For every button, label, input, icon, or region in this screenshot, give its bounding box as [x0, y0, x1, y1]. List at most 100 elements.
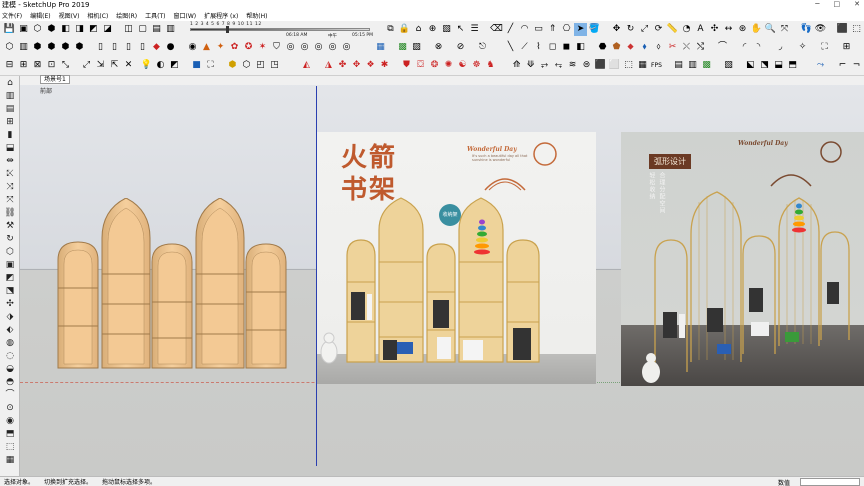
menu-edit[interactable]: 编辑(E)	[30, 11, 50, 20]
tool-k-icon[interactable]: ⌇	[532, 41, 545, 54]
hexagon-icon[interactable]: ⬢	[226, 59, 239, 72]
tool-am-icon[interactable]: ◭	[300, 59, 313, 72]
rect-icon[interactable]: ▭	[532, 23, 545, 36]
tool-at-icon[interactable]: ⛋	[414, 59, 427, 72]
tool-i-icon[interactable]: ╲	[504, 41, 517, 54]
push-pull-icon[interactable]: ⇑	[546, 23, 559, 36]
offset-icon[interactable]: ⎔	[560, 23, 573, 36]
axes-icon[interactable]: ✣	[708, 23, 721, 36]
tool-ap-icon[interactable]: ✥	[350, 59, 363, 72]
back-view-icon[interactable]: ◩	[87, 23, 100, 36]
left-tool-7-icon[interactable]: ⇹	[3, 156, 17, 167]
time-slider[interactable]	[190, 28, 370, 31]
cursor-icon[interactable]: ↖	[454, 23, 467, 36]
tool-bo-icon[interactable]: ⬕	[744, 59, 757, 72]
tool-m-icon[interactable]: ◼	[560, 41, 573, 54]
tool-c-icon[interactable]: ✪	[242, 41, 255, 54]
grid-icon[interactable]: ▦	[374, 41, 387, 54]
blue-square-icon[interactable]: ■	[190, 59, 203, 72]
left-tool-24-icon[interactable]: ◓	[3, 377, 17, 388]
component-icon[interactable]: ⬡	[3, 41, 16, 54]
tool-ba-icon[interactable]: ⟱	[524, 59, 537, 72]
tool-az-icon[interactable]: ⟰	[510, 59, 523, 72]
tool-ai-icon[interactable]: ⇱	[108, 59, 121, 72]
shaded-icon[interactable]: ▥	[164, 23, 177, 36]
ring2-icon[interactable]: ◎	[298, 41, 311, 54]
tool-u-icon[interactable]: ⤬	[680, 41, 693, 54]
tool-bd-icon[interactable]: ≋	[566, 59, 579, 72]
extension-icon[interactable]: ⬚	[850, 23, 863, 36]
tool-e-icon[interactable]: ▨	[410, 41, 423, 54]
tool-bj-icon[interactable]: FPS	[650, 59, 663, 72]
eraser-icon[interactable]: ⌫	[490, 23, 503, 36]
zoom-window-icon[interactable]: 🔍	[764, 23, 777, 36]
left-tool-2-icon[interactable]: ▥	[3, 91, 17, 102]
zoom-icon[interactable]: ⊕	[426, 23, 439, 36]
tool-a-icon[interactable]: ✦	[214, 41, 227, 54]
left-tool-22-icon[interactable]: ◌	[3, 351, 17, 362]
page-icon[interactable]: ▯	[94, 41, 107, 54]
tool-bn-icon[interactable]: ▧	[722, 59, 735, 72]
menu-view[interactable]: 视图(V)	[59, 11, 80, 20]
tool-x-icon[interactable]: ◜	[738, 41, 751, 54]
hidden-line-icon[interactable]: ▤	[150, 23, 163, 36]
left-tool-12-icon[interactable]: ⚒	[3, 221, 17, 232]
measurements-input[interactable]	[800, 478, 860, 486]
tool-bb-icon[interactable]: ⥅	[538, 59, 551, 72]
tool-bk-icon[interactable]: ▤	[672, 59, 685, 72]
move-icon[interactable]: ✥	[610, 23, 623, 36]
left-tool-29-icon[interactable]: ⬚	[3, 442, 17, 453]
solid-icon[interactable]: ◉	[186, 41, 199, 54]
close-button[interactable]: ✕	[854, 0, 860, 8]
left-view-icon[interactable]: ◪	[101, 23, 114, 36]
reference-image-1[interactable]: 火箭 书架 Wonderful Day It's such a beautifu…	[317, 132, 596, 384]
tool-av-icon[interactable]: ✺	[442, 59, 455, 72]
ring3-icon[interactable]: ◎	[312, 41, 325, 54]
tool-aa-icon[interactable]: ✧	[796, 41, 809, 54]
left-tool-6-icon[interactable]: ⬓	[3, 143, 17, 154]
maximize-button[interactable]: □	[834, 0, 841, 8]
menu-help[interactable]: 帮助(H)	[246, 11, 267, 20]
layers-icon[interactable]: ☰	[468, 23, 481, 36]
right-view-icon[interactable]: ◨	[73, 23, 86, 36]
tool-w-icon[interactable]: ⌒	[716, 41, 729, 54]
zoom-extents-icon[interactable]: ⤧	[778, 23, 791, 36]
wireframe-icon[interactable]: ▢	[136, 23, 149, 36]
expand-icon[interactable]: ⛶	[204, 59, 217, 72]
tool-r-icon[interactable]: ⬧	[638, 41, 651, 54]
cube4-icon[interactable]: ⬢	[73, 41, 86, 54]
text-icon[interactable]: A	[694, 23, 707, 36]
tool-au-icon[interactable]: ❂	[428, 59, 441, 72]
page2-icon[interactable]: ▯	[108, 41, 121, 54]
tool-y-icon[interactable]: ◝	[752, 41, 765, 54]
left-tool-3-icon[interactable]: ▤	[3, 104, 17, 115]
tool-bs-icon[interactable]: ⤳	[814, 59, 827, 72]
tool-ab-icon[interactable]: ⛶	[818, 41, 831, 54]
tool-aq-icon[interactable]: ❖	[364, 59, 377, 72]
tool-an-icon[interactable]: ◮	[322, 59, 335, 72]
arc-icon[interactable]: ◠	[518, 23, 531, 36]
left-tool-26-icon[interactable]: ⊙	[3, 403, 17, 414]
tool-b-icon[interactable]: ✿	[228, 41, 241, 54]
walk-icon[interactable]: 👣	[800, 23, 813, 36]
tool-aj-icon[interactable]: ✕	[122, 59, 135, 72]
tool-p-icon[interactable]: ⬟	[610, 41, 623, 54]
page3-icon[interactable]: ▯	[122, 41, 135, 54]
save-icon[interactable]: 💾	[3, 23, 16, 36]
tool-d-icon[interactable]: ✶	[256, 41, 269, 54]
protractor-icon[interactable]: ◔	[680, 23, 693, 36]
tool-bc-icon[interactable]: ⥆	[552, 59, 565, 72]
tool-bh-icon[interactable]: ⬚	[622, 59, 635, 72]
rotate-icon[interactable]: ↻	[624, 23, 637, 36]
minimize-button[interactable]: ─	[815, 0, 819, 8]
tape-icon[interactable]: 📏	[666, 23, 679, 36]
tool-bf-icon[interactable]: ⬛	[594, 59, 607, 72]
tool-bl-icon[interactable]: ▥	[686, 59, 699, 72]
box-icon[interactable]: ▣	[17, 23, 30, 36]
tool-bq-icon[interactable]: ⬓	[772, 59, 785, 72]
half-fill-icon[interactable]: ◐	[154, 59, 167, 72]
left-tool-1-icon[interactable]: ⌂	[3, 78, 17, 89]
tool-be-icon[interactable]: ⊜	[580, 59, 593, 72]
tool-o-icon[interactable]: ⬣	[596, 41, 609, 54]
copy-icon[interactable]: ⧉	[384, 23, 397, 36]
